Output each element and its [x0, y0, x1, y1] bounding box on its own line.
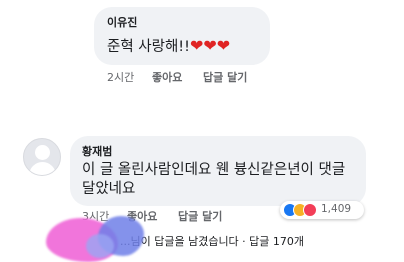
reply-button[interactable]: 답글 달기: [178, 208, 222, 224]
comment-actions: 2시간 좋아요 답글 달기: [107, 69, 277, 85]
comment-text-content: 준혁 사랑해!!: [107, 39, 190, 55]
comment-2: 황재범 이 글 올린사람인데요 웬 븅신같은년이 댓글 달았네요 3시간 좋아요…: [0, 100, 404, 262]
comment-text: 준혁 사랑해!!❤❤❤: [107, 36, 230, 57]
reaction-summary[interactable]: 1,409: [280, 201, 364, 219]
heart-emoji-icons: ❤❤❤: [189, 36, 231, 55]
avatar-body-shape: [29, 162, 56, 175]
comment-time[interactable]: 2시간: [107, 69, 134, 85]
default-avatar-icon[interactable]: [23, 138, 61, 176]
comment-text-line-2: 달았네요: [82, 181, 136, 197]
reaction-count: 1,409: [321, 203, 352, 215]
love-icon: [303, 203, 317, 217]
avatar-head-shape: [35, 145, 50, 160]
comment-1: 이유진 준혁 사랑해!!❤❤❤ 2시간 좋아요 답글 달기: [0, 0, 404, 100]
overlay-light-shape: [86, 234, 114, 258]
reply-button[interactable]: 답글 달기: [203, 69, 247, 85]
comment-text-line-1: 이 글 올린사람인데요 웬 븅신같은년이 댓글: [82, 162, 346, 178]
comment-author[interactable]: 황재범: [82, 143, 112, 159]
comment-author[interactable]: 이유진: [107, 14, 137, 30]
view-replies-link[interactable]: ...님이 답글을 남겼습니다 · 답글 170개: [120, 233, 304, 249]
like-button[interactable]: 좋아요: [152, 69, 182, 85]
